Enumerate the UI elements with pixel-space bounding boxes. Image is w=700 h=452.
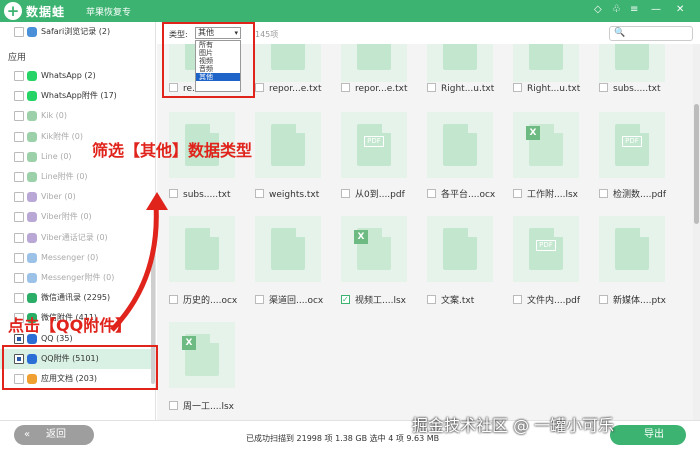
annotation-filter-hint: 筛选【其他】数据类型 (92, 141, 253, 160)
annotation-click-hint: 点击【QQ附件】 (8, 316, 132, 335)
annotation-arrow (110, 192, 168, 332)
